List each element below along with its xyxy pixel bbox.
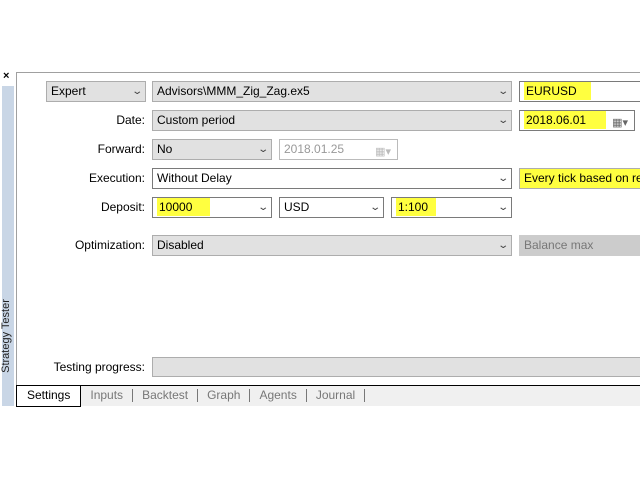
forward-label: Forward: bbox=[97, 142, 145, 156]
chevron-down-icon: ⌄ bbox=[496, 240, 509, 251]
progress-label: Testing progress: bbox=[53, 360, 145, 374]
deposit-select[interactable]: 10000 ⌄ bbox=[152, 197, 272, 218]
tab-backtest[interactable]: Backtest bbox=[133, 389, 199, 402]
chevron-down-icon: ⌄ bbox=[496, 173, 509, 184]
tab-graph[interactable]: Graph bbox=[198, 389, 251, 402]
tab-journal[interactable]: Journal bbox=[307, 389, 366, 402]
leverage-select[interactable]: 1:100 ⌄ bbox=[391, 197, 512, 218]
expert-type-select[interactable]: Expert ⌄ bbox=[46, 81, 146, 102]
calendar-icon[interactable]: ▦▾ bbox=[612, 114, 628, 130]
end-date-input[interactable]: 2018.06.01 ▦▾ bbox=[519, 110, 635, 131]
chevron-down-icon: ⌄ bbox=[368, 202, 381, 213]
chevron-down-icon: ⌄ bbox=[130, 86, 143, 97]
date-select[interactable]: Custom period ⌄ bbox=[152, 110, 512, 131]
forward-select[interactable]: No ⌄ bbox=[152, 139, 272, 160]
chevron-down-icon: ⌄ bbox=[496, 202, 509, 213]
forward-date-input: 2018.01.25 ▦▾ bbox=[279, 139, 398, 160]
close-icon[interactable]: × bbox=[3, 70, 9, 82]
tab-inputs[interactable]: Inputs bbox=[81, 389, 134, 402]
chevron-down-icon: ⌄ bbox=[496, 115, 509, 126]
criterion-select: Balance max bbox=[519, 235, 640, 256]
tab-bar: Settings Inputs Backtest Graph Agents Journal bbox=[16, 385, 640, 407]
symbol-input[interactable]: EURUSD bbox=[519, 81, 640, 102]
optimization-label: Optimization: bbox=[74, 238, 145, 252]
expert-file-select[interactable]: Advisors\MMM_Zig_Zag.ex5 ⌄ bbox=[152, 81, 512, 102]
chevron-down-icon: ⌄ bbox=[256, 144, 269, 155]
calendar-icon: ▦▾ bbox=[375, 146, 391, 158]
deposit-label: Deposit: bbox=[100, 200, 145, 214]
execution-label: Execution: bbox=[88, 171, 145, 185]
execution-select[interactable]: Without Delay ⌄ bbox=[152, 168, 512, 189]
chevron-down-icon: ⌄ bbox=[496, 86, 509, 97]
date-label: Date: bbox=[116, 113, 145, 127]
tab-agents[interactable]: Agents bbox=[250, 389, 307, 402]
chevron-down-icon: ⌄ bbox=[256, 202, 269, 213]
tab-settings[interactable]: Settings bbox=[16, 386, 82, 407]
optimization-select[interactable]: Disabled ⌄ bbox=[152, 235, 512, 256]
testing-progress-bar bbox=[152, 357, 640, 377]
currency-select[interactable]: USD ⌄ bbox=[279, 197, 384, 218]
model-select[interactable]: Every tick based on real ticks bbox=[519, 168, 640, 189]
